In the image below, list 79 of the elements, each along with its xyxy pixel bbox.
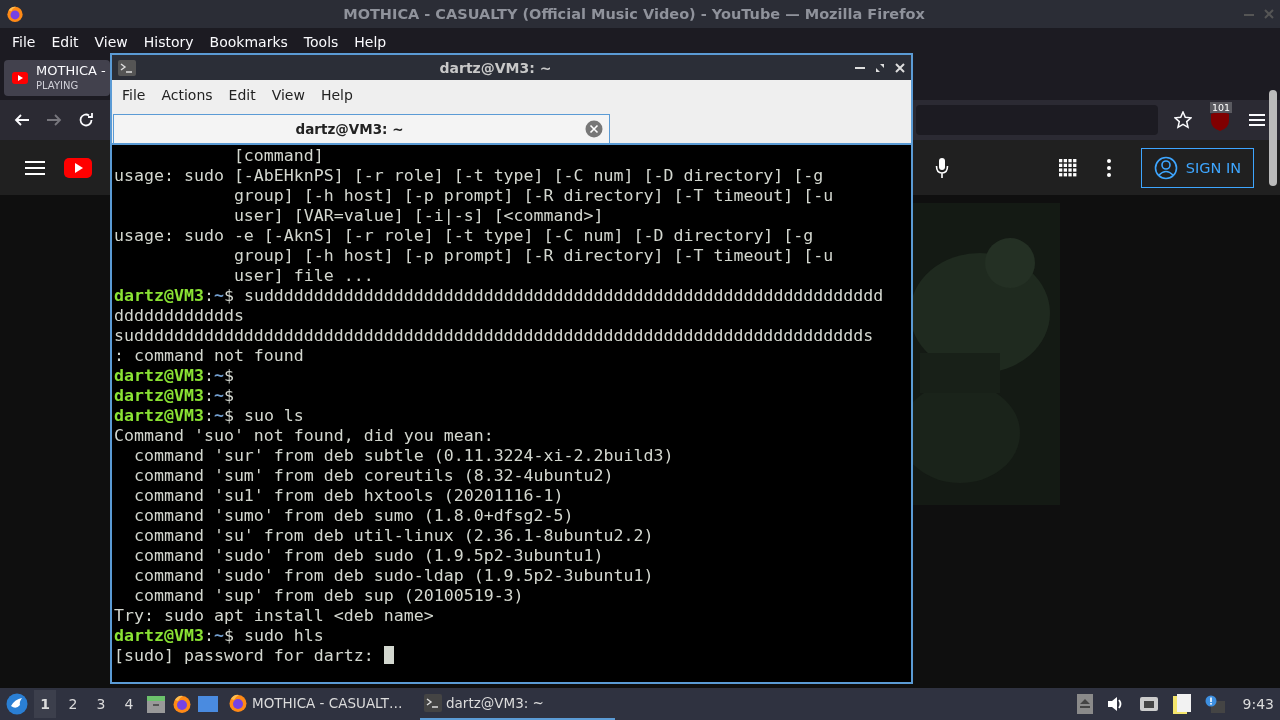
clock[interactable]: 9:43 <box>1242 696 1274 712</box>
menu-item[interactable]: File <box>4 33 44 50</box>
count-badge: 101 <box>1210 102 1233 113</box>
firefox-icon[interactable] <box>172 694 192 714</box>
menu-item[interactable]: Help <box>312 87 361 103</box>
reload-icon[interactable] <box>78 112 94 128</box>
terminal-line: dartz@VM3:~$ <box>114 386 234 405</box>
microphone-icon[interactable] <box>934 156 949 179</box>
network-icon[interactable] <box>1138 696 1159 712</box>
menu-icon[interactable] <box>1248 113 1266 127</box>
back-icon[interactable] <box>14 112 30 128</box>
window-title: dartz@VM3: ~ <box>438 59 553 76</box>
taskbar-button[interactable]: MOTHICA - CASUALT… <box>224 688 414 720</box>
notification-icon[interactable] <box>1204 695 1225 713</box>
window-title: MOTHICA - CASUALTY (Official Music Video) - YouTube — Mozilla Firefox <box>342 6 926 22</box>
window-icon[interactable] <box>198 695 218 713</box>
menu-item[interactable]: Edit <box>220 87 264 103</box>
terminal-tab[interactable]: dartz@VM3: ~ <box>113 114 610 143</box>
more-icon[interactable] <box>1106 158 1111 177</box>
terminal-line: dartz@VM3:~$ sudddddddddddddddddddddddddddddddddddddddddddddddddddddddddddddd <box>114 286 884 305</box>
terminal-line: usage: sudo [-AbEHknPS] [-r role] [-t type] [-C num] [-D directory] [-g <box>114 166 824 185</box>
terminal-line: user] [VAR=value] [-i|-s] [<command>] <box>232 206 604 225</box>
terminal-line: [sudo] password for dartz: <box>114 646 375 665</box>
terminal-line: [command] <box>232 146 324 165</box>
terminal-icon <box>118 59 136 76</box>
workspace-button[interactable]: 2 <box>62 690 84 718</box>
terminal-line: Command 'suo' not found, did you mean: <box>114 426 494 445</box>
scrollbar[interactable] <box>1269 90 1277 186</box>
sign-in-button[interactable]: SIGN IN <box>1140 147 1254 188</box>
firefox-icon[interactable] <box>6 5 24 23</box>
terminal-line: command 'sumo' from deb sumo (1.8.0+dfsg2-5) <box>132 506 574 525</box>
menu-item[interactable]: Help <box>346 33 395 50</box>
taskbar-button[interactable]: dartz@VM3: ~ <box>420 688 615 720</box>
menu-item[interactable]: Actions <box>153 87 221 103</box>
menu-item[interactable]: Edit <box>43 33 87 50</box>
terminal-line: command 'su' from deb util-linux (2.36.1-8ubuntu2.2) <box>132 526 654 545</box>
terminal-line: command 'sudo' from deb sudo-ldap (1.9.5p2-3ubuntu1) <box>132 566 654 585</box>
terminal-line: group] [-h host] [-p prompt] [-R directory] [-T timeout] [-u <box>232 186 834 205</box>
account-icon <box>1153 155 1178 180</box>
terminal-line: command 'su1' from deb hxtools (20201116-1) <box>132 486 564 505</box>
menu-item[interactable]: History <box>135 33 202 50</box>
maximize-icon[interactable] <box>875 62 885 73</box>
workspace-button[interactable]: 4 <box>118 690 140 718</box>
terminal-line: dartz@VM3:~$ suo ls <box>114 406 304 425</box>
terminal-line: command 'sup' from deb sup (20100519-3) <box>132 586 524 605</box>
terminal-line: dartz@VM3:~$ sudo hls <box>114 626 324 645</box>
forward-icon[interactable] <box>46 112 62 128</box>
menu-item[interactable]: Tools <box>295 33 347 50</box>
terminal-line: suddddddddddddddddddddddddddddddddddddddddddddddddddddddddddddddddddddddddds <box>114 326 874 345</box>
terminal-icon <box>424 694 442 712</box>
firefox-icon[interactable] <box>228 693 248 713</box>
star-icon[interactable] <box>1174 111 1192 129</box>
menu-item[interactable]: View <box>86 33 136 50</box>
menu-item[interactable]: File <box>114 87 154 103</box>
terminal-line: group] [-h host] [-p prompt] [-R directory] [-T timeout] [-u <box>232 246 834 265</box>
terminal-line: user] file ... <box>232 266 374 285</box>
menu-item[interactable]: View <box>263 87 313 103</box>
workspace-button[interactable]: 3 <box>90 690 112 718</box>
play-logo-icon[interactable] <box>64 157 92 178</box>
apps-grid-icon[interactable] <box>1058 158 1077 177</box>
terminal-line: command 'sur' from deb subtle (0.11.3224-xi-2.2build3) <box>132 446 674 465</box>
menu-item[interactable]: Bookmarks <box>201 33 296 50</box>
workspace-button[interactable]: 1 <box>34 690 56 718</box>
terminal-line: Try: sudo apt install <deb name> <box>114 606 434 625</box>
eject-icon[interactable] <box>1076 694 1093 714</box>
shield-icon[interactable] <box>1210 110 1230 132</box>
terminal-line: command 'sum' from deb coreutils (8.32-4ubuntu2) <box>132 466 614 485</box>
terminal-line: command 'sudo' from deb sudo (1.9.5p2-3ubuntu1) <box>132 546 604 565</box>
browser-tab[interactable]: MOTHICA - PLAYING <box>4 59 110 96</box>
file-cabinet-icon[interactable] <box>146 694 166 714</box>
terminal-line: : command not found <box>114 346 304 365</box>
close-icon[interactable] <box>585 120 603 138</box>
bird-logo-icon[interactable] <box>6 693 28 715</box>
notes-icon[interactable] <box>1172 694 1191 714</box>
video-icon <box>12 71 28 84</box>
terminal-line: dddddddddddds <box>114 306 244 325</box>
terminal-line: dartz@VM3:~$ <box>114 366 234 385</box>
terminal-line: usage: sudo -e [-AknS] [-r role] [-t type] [-C num] [-D directory] [-g <box>114 226 814 245</box>
menu-icon[interactable] <box>24 159 46 176</box>
